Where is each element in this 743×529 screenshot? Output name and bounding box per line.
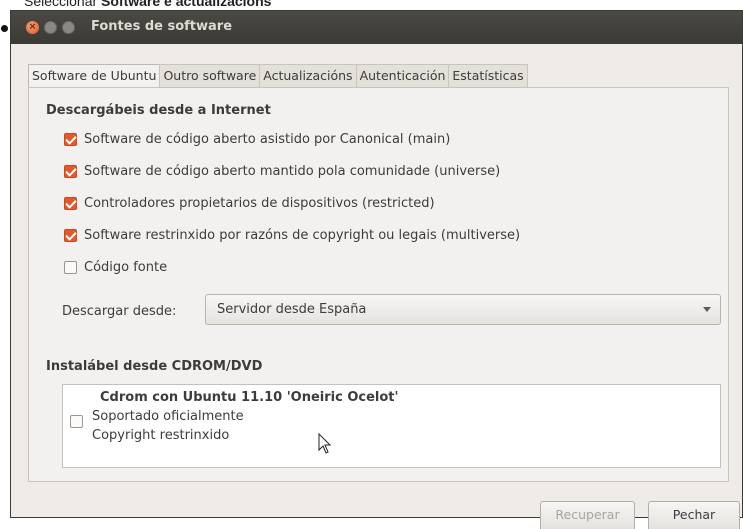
tab-ubuntu-software[interactable]: Software de Ubuntu	[28, 64, 161, 88]
checkbox-restricted[interactable]	[64, 196, 77, 210]
tab-panel: Descargábeis desde a Internet Software d…	[28, 87, 729, 482]
caption-prefix: Seleccionar	[24, 0, 102, 9]
checkbox-label-multiverse: Software restrinxido por razóns de copyr…	[84, 227, 521, 243]
checkbox-row-multiverse[interactable]: Software restrinxido por razóns de copyr…	[64, 226, 520, 244]
download-server-value: Servidor desde España	[217, 302, 367, 317]
software-sources-window: × Fontes de software Software de Ubuntu …	[10, 10, 743, 529]
checkbox-row-universe[interactable]: Software de código aberto mantido pola c…	[64, 162, 500, 180]
download-from-label: Descargar desde:	[62, 304, 177, 319]
close-window-icon[interactable]: ×	[26, 21, 39, 34]
maximize-window-icon[interactable]	[62, 21, 75, 34]
dropdown-arrow-icon	[703, 307, 711, 312]
checkbox-label-restricted: Controladores propietarios de dispositiv…	[84, 195, 435, 211]
title-bar[interactable]: × Fontes de software	[11, 11, 742, 44]
checkbox-row-source-code[interactable]: Código fonte	[64, 258, 167, 276]
cdrom-list: Cdrom con Ubuntu 11.10 'Oneiric Ocelot' …	[62, 384, 721, 468]
checkbox-source-code[interactable]	[64, 260, 77, 274]
checkbox-label-main: Software de código aberto asistido por C…	[84, 131, 451, 147]
checkbox-row-main[interactable]: Software de código aberto asistido por C…	[64, 130, 450, 148]
caption: Seleccionar Software e actualizacións	[24, 0, 271, 9]
checkbox-row-restricted[interactable]: Controladores propietarios de dispositiv…	[64, 194, 435, 212]
tab-other-software[interactable]: Outro software	[159, 64, 261, 88]
tab-statistics[interactable]: Estatísticas	[448, 64, 528, 88]
cdrom-section-heading: Instalábel desde CDROM/DVD	[46, 359, 263, 374]
revert-button[interactable]: Recuperar	[540, 501, 635, 529]
download-server-select[interactable]: Servidor desde España	[205, 294, 721, 325]
tab-authentication[interactable]: Autenticación	[355, 64, 450, 88]
tab-bar: Software de Ubuntu Outro software Actual…	[28, 64, 528, 88]
checkbox-label-source-code: Código fonte	[84, 259, 168, 275]
window-title: Fontes de software	[91, 19, 233, 34]
cdrom-entry-title[interactable]: Cdrom con Ubuntu 11.10 'Oneiric Ocelot'	[100, 390, 399, 405]
cdrom-entry-copyright: Copyright restrinxido	[92, 428, 230, 443]
minimize-window-icon[interactable]	[44, 21, 57, 34]
checkbox-multiverse[interactable]	[64, 228, 77, 242]
close-button[interactable]: Pechar	[648, 501, 740, 529]
caption-bold: Software e actualizacións	[101, 0, 272, 9]
checkbox-universe[interactable]	[64, 164, 77, 178]
checkbox-label-universe: Software de código aberto mantido pola c…	[84, 163, 501, 179]
internet-section-heading: Descargábeis desde a Internet	[46, 103, 271, 118]
tab-updates[interactable]: Actualizacións	[259, 64, 357, 88]
mouse-pointer-icon	[318, 433, 332, 454]
cdrom-entry-support: Soportado oficialmente	[92, 409, 244, 424]
checkbox-main[interactable]	[64, 132, 77, 146]
bullet-icon	[1, 25, 8, 32]
cdrom-checkbox[interactable]	[70, 415, 83, 428]
